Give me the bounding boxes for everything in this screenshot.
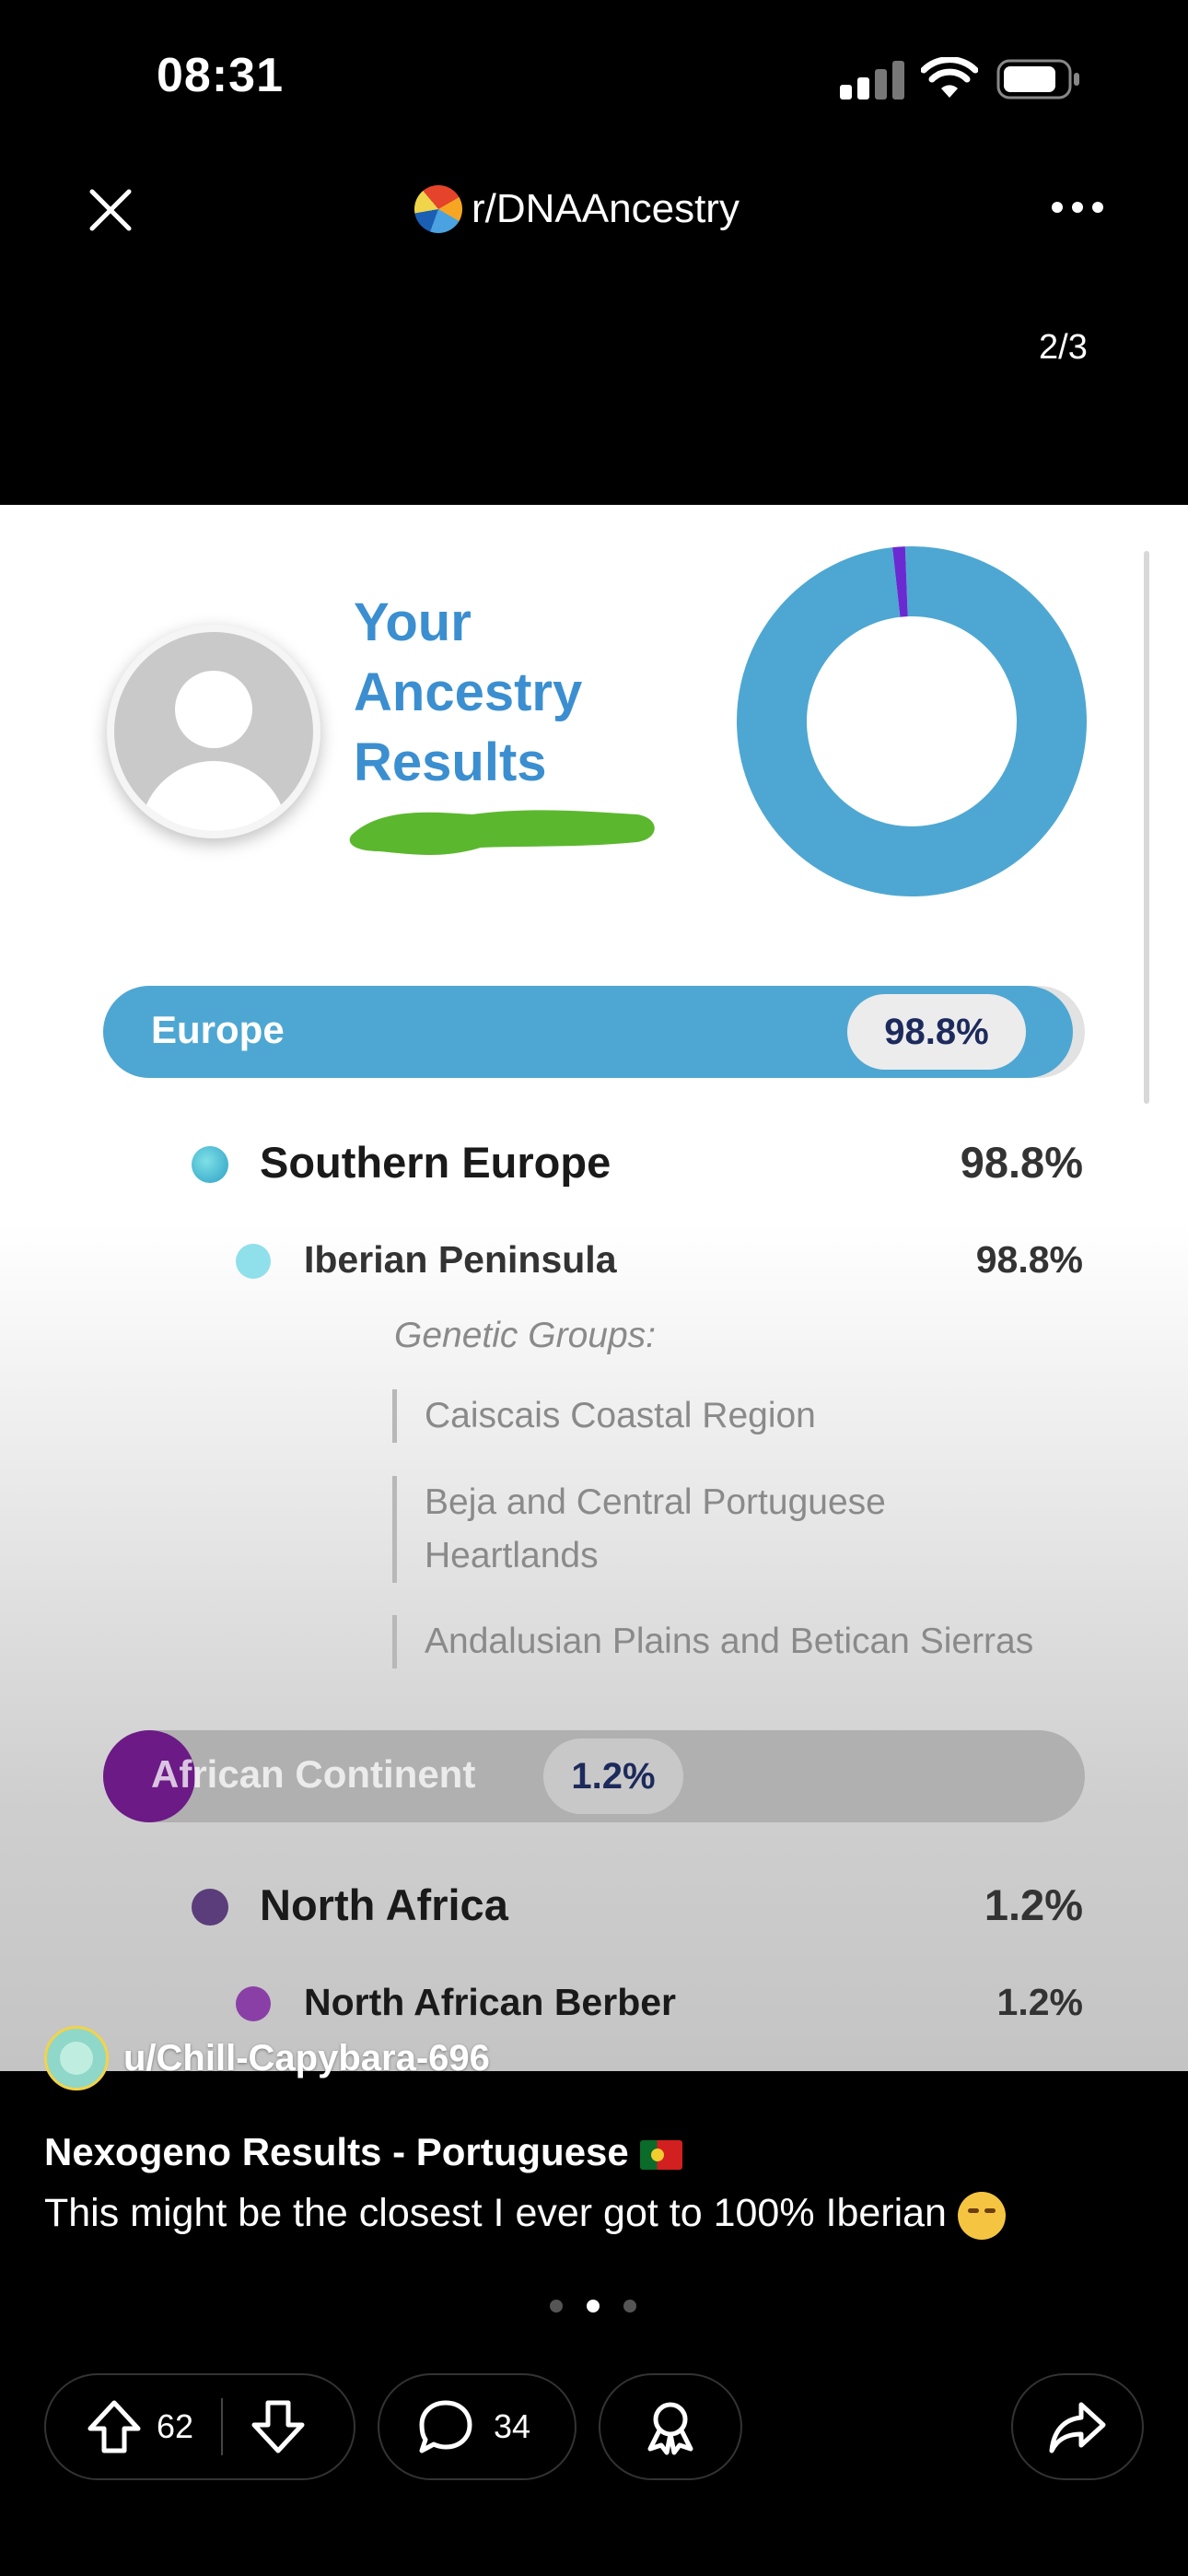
award-icon <box>647 2402 693 2455</box>
comment-icon <box>419 2400 472 2453</box>
comment-count: 34 <box>494 2407 531 2445</box>
africa-bar: African Continent 1.2% <box>103 1730 1085 1822</box>
genetic-group-item: Andalusian Plains and Betican Sierras <box>392 1615 1033 1669</box>
results-title-line-2: Ancestry <box>354 662 583 722</box>
battery-icon <box>996 59 1079 100</box>
berber-label: North African Berber <box>304 1981 676 2023</box>
portugal-flag-icon <box>639 2139 682 2170</box>
post-image[interactable]: Your Ancestry Results Europe 98.8% South… <box>0 505 1188 2071</box>
share-icon <box>1049 2402 1106 2453</box>
north-africa-label: North Africa <box>260 1880 508 1929</box>
image-counter: 2/3 <box>1039 328 1088 367</box>
vote-group: 62 <box>44 2373 355 2480</box>
genetic-group-item: Beja and Central Portuguese Heartlands <box>392 1476 940 1583</box>
europe-bar: Europe 98.8% <box>103 986 1085 1078</box>
subreddit-name: r/DNAAncestry <box>472 186 740 231</box>
award-button[interactable] <box>599 2373 742 2480</box>
status-time: 08:31 <box>157 49 284 102</box>
southern-europe-label: Southern Europe <box>260 1138 611 1187</box>
downvote-icon[interactable] <box>249 2397 308 2456</box>
user-avatar-icon <box>44 2026 109 2090</box>
africa-label: African Continent <box>151 1752 476 1796</box>
north-africa-dot <box>192 1889 228 1926</box>
carousel-indicator <box>550 2300 636 2313</box>
redaction-scribble <box>349 810 655 855</box>
upvote-count: 62 <box>157 2407 194 2445</box>
africa-percent-pill: 1.2% <box>543 1739 683 1814</box>
ancestry-avatar-icon <box>107 625 320 838</box>
north-africa-percent: 1.2% <box>984 1880 1083 1929</box>
donut-segment-0 <box>737 546 1087 896</box>
berber-dot <box>236 1986 271 2021</box>
berber-percent: 1.2% <box>996 1981 1083 2023</box>
post-title: Nexogeno Results - Portuguese <box>44 2130 682 2174</box>
image-scrollbar <box>1144 551 1149 1104</box>
southern-europe-percent: 98.8% <box>960 1138 1083 1187</box>
genetic-group-item: Caiscais Coastal Region <box>392 1389 816 1443</box>
vote-divider <box>221 2398 224 2455</box>
ancestry-donut-chart <box>737 546 1087 896</box>
close-icon[interactable] <box>85 184 136 236</box>
wifi-icon <box>921 57 978 98</box>
face-with-hand-over-mouth-icon <box>957 2191 1006 2240</box>
post-body-text: This might be the closest I ever got to … <box>44 2191 947 2235</box>
results-title-line-3: Results <box>354 732 547 792</box>
comments-button[interactable]: 34 <box>378 2373 577 2480</box>
europe-percent-pill: 98.8% <box>847 994 1026 1070</box>
cellular-signal-icon <box>840 61 904 100</box>
upvote-icon[interactable] <box>85 2397 144 2456</box>
genetic-groups-title: Genetic Groups: <box>394 1316 656 1355</box>
subreddit-link[interactable]: r/DNAAncestry <box>414 181 740 237</box>
southern-europe-dot <box>192 1146 228 1183</box>
post-body: This might be the closest I ever got to … <box>44 2191 1006 2240</box>
poster-username: u/Chill-Capybara-696 <box>123 2037 490 2078</box>
more-options-icon[interactable] <box>1052 195 1103 219</box>
europe-label: Europe <box>151 1008 285 1051</box>
iberian-percent: 98.8% <box>975 1238 1083 1281</box>
post-title-text: Nexogeno Results - Portuguese <box>44 2130 629 2173</box>
subreddit-avatar-icon <box>414 185 462 233</box>
results-title-line-1: Your <box>354 592 472 652</box>
poster-link[interactable]: u/Chill-Capybara-696 <box>44 2025 490 2091</box>
iberian-dot <box>236 1244 271 1279</box>
share-button[interactable] <box>1011 2373 1144 2480</box>
iberian-label: Iberian Peninsula <box>304 1238 617 1281</box>
